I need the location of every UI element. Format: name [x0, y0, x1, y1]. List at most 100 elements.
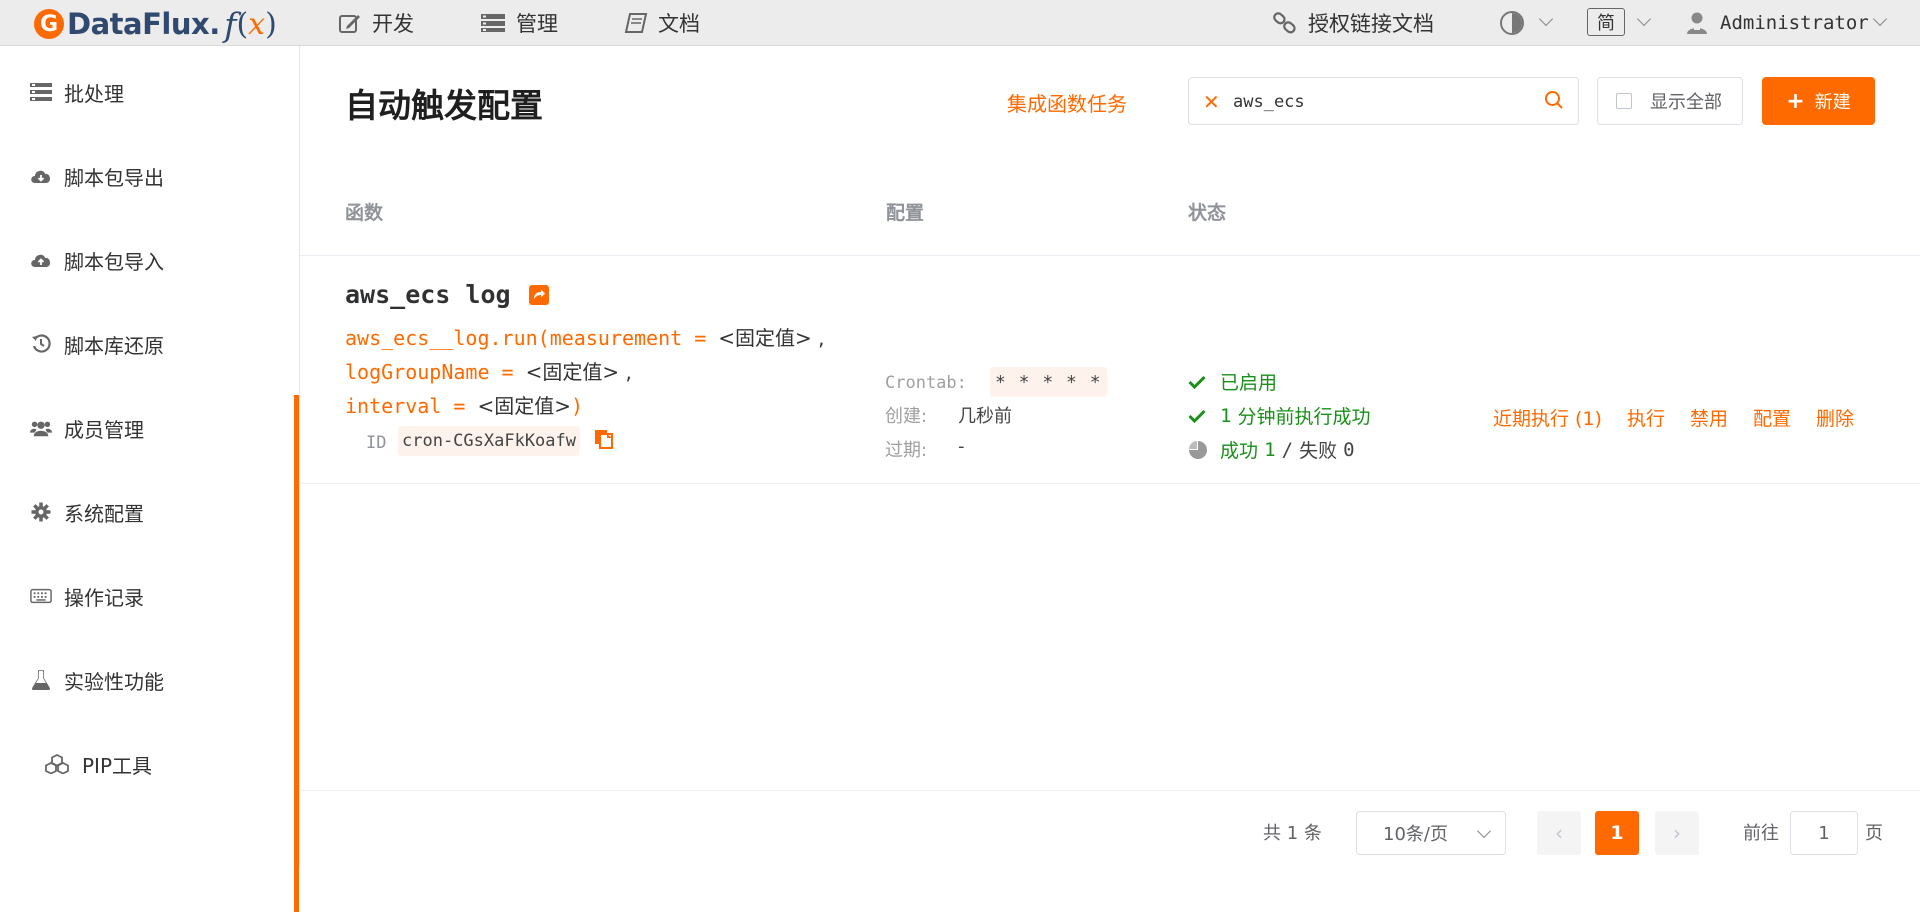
integration-tasks-link[interactable]: 集成函数任务 [1007, 88, 1127, 117]
last-run-number: 1 [1220, 404, 1232, 427]
show-all-label: 显示全部 [1650, 92, 1722, 113]
sidebar-item-label: 成员管理 [64, 417, 144, 442]
language-chevron-down-icon[interactable] [1636, 11, 1652, 27]
code-text: logGroupName = [345, 360, 526, 384]
nav-auth-link-docs[interactable]: 授权链接文档 [1272, 0, 1434, 46]
sidebar-item-label: 脚本包导入 [64, 249, 164, 274]
sidebar-item-members[interactable]: 成员管理 [30, 408, 144, 448]
sidebar-item-label: 脚本库还原 [64, 333, 164, 358]
delete-button[interactable]: 删除 [1816, 404, 1854, 431]
column-header-function: 函数 [345, 202, 384, 224]
checkbox-box[interactable] [1616, 93, 1632, 109]
goto-suffix: 页 [1865, 823, 1883, 844]
column-header-status: 状态 [1188, 202, 1227, 224]
status-enabled-text: 已启用 [1220, 372, 1278, 394]
server-icon [481, 14, 505, 32]
nav-manage[interactable]: 管理 [480, 0, 558, 46]
stat-separator: / [1281, 438, 1294, 461]
brand-logo[interactable]: G DataFlux . f ( x ) [34, 4, 277, 44]
sidebar-item-script-restore[interactable]: 脚本库还原 [30, 324, 164, 364]
plus-icon: + [1786, 88, 1805, 114]
sidebar-item-batch[interactable]: 批处理 [30, 72, 124, 112]
user-icon [1687, 12, 1707, 34]
brand-paren-close: ) [265, 6, 277, 42]
next-page-button[interactable]: › [1655, 811, 1699, 855]
sidebar-scroll-indicator [294, 395, 299, 912]
sidebar-item-pip-tool[interactable]: PIP工具 [44, 744, 152, 784]
brand-x: x [248, 6, 266, 42]
success-label: 成功 [1220, 440, 1259, 462]
sidebar-item-label: 操作记录 [64, 585, 144, 610]
run-button[interactable]: 执行 [1627, 404, 1665, 431]
column-header-config: 配置 [886, 202, 925, 224]
nav-docs-label: 文档 [658, 12, 700, 36]
code-sep: , [811, 326, 825, 350]
main-content: 自动触发配置 集成函数任务 ✕ 显示全部 + 新建 函数 配置 状态 aws_e… [300, 46, 1920, 866]
goto-prefix: 前往 [1743, 823, 1779, 844]
copy-icon[interactable] [594, 429, 614, 449]
disable-button[interactable]: 禁用 [1690, 404, 1728, 431]
nav-docs[interactable]: 文档 [624, 0, 700, 46]
new-button[interactable]: + 新建 [1762, 77, 1875, 125]
user-chevron-down-icon[interactable] [1872, 11, 1888, 27]
sidebar-item-operation-log[interactable]: 操作记录 [30, 576, 144, 616]
pagination-total: 共 1 条 [1263, 823, 1322, 844]
chevron-down-icon [1476, 823, 1492, 839]
run-stats: 成功 1 / 失败 0 [1188, 436, 1355, 463]
sidebar: 批处理 脚本包导出 脚本包导入 脚本库还原 成员管理 系统配置 操作记录 实验性… [0, 46, 300, 912]
created-label: 创建: [885, 406, 928, 427]
brand-f: f [224, 4, 237, 44]
go-to-function-icon[interactable] [528, 284, 549, 305]
page-size-select[interactable]: 10条/页 [1356, 811, 1506, 855]
nav-dev[interactable]: 开发 [338, 0, 414, 46]
chevron-left-icon: ‹ [1555, 821, 1563, 845]
search-box: ✕ [1188, 77, 1579, 125]
sidebar-item-label: PIP工具 [82, 753, 153, 778]
row-actions: 近期执行 (1) 执行 禁用 配置 删除 [1493, 404, 1854, 431]
recent-runs-button[interactable]: 近期执行 (1) [1493, 404, 1602, 431]
brand-mark-icon: G [34, 9, 64, 39]
fail-label: 失败 [1299, 440, 1338, 462]
header-divider [300, 255, 1920, 256]
pagination-divider [300, 790, 1920, 791]
top-bar: G DataFlux . f ( x ) 开发 管理 文档 授权链接文档 简 A… [0, 0, 1920, 46]
clear-search-icon[interactable]: ✕ [1203, 90, 1220, 114]
search-icon[interactable] [1544, 90, 1564, 110]
sidebar-item-script-import[interactable]: 脚本包导入 [30, 240, 164, 280]
sidebar-item-label: 脚本包导出 [64, 165, 164, 190]
expire-label: 过期: [885, 440, 928, 461]
show-all-checkbox[interactable]: 显示全部 [1597, 77, 1743, 125]
last-run-text: 分钟前执行成功 [1237, 406, 1371, 428]
sidebar-item-script-export[interactable]: 脚本包导出 [30, 156, 164, 196]
current-page-button[interactable]: 1 [1595, 811, 1639, 855]
row-divider [300, 483, 1920, 484]
status-enabled: 已启用 [1188, 368, 1277, 395]
brand-name: DataFlux [67, 7, 210, 41]
function-title-text: aws_ecs log [345, 280, 511, 309]
theme-toggle-icon[interactable] [1500, 11, 1524, 35]
sidebar-item-label: 实验性功能 [64, 669, 164, 694]
user-menu[interactable]: Administrator [1686, 0, 1869, 46]
theme-chevron-down-icon[interactable] [1538, 11, 1554, 27]
sidebar-item-system-config[interactable]: 系统配置 [30, 492, 144, 532]
search-input[interactable] [1233, 88, 1523, 116]
book-icon [624, 13, 648, 33]
nav-manage-label: 管理 [516, 12, 558, 36]
brand-dot: . [209, 7, 221, 41]
check-icon [1188, 409, 1208, 423]
sidebar-item-experimental[interactable]: 实验性功能 [30, 660, 164, 700]
fixed-value-tag: <固定值> [525, 360, 620, 384]
success-count: 1 [1264, 438, 1276, 461]
config-button[interactable]: 配置 [1753, 404, 1791, 431]
goto-page-input[interactable] [1790, 811, 1858, 855]
crontab-label: Crontab: [885, 373, 967, 393]
prev-page-button[interactable]: ‹ [1537, 811, 1581, 855]
sidebar-item-label: 系统配置 [64, 501, 144, 526]
flask-icon [30, 669, 52, 691]
id-value: cron-CGsXaFkKoafw [398, 426, 580, 456]
user-name: Administrator [1720, 12, 1869, 34]
language-select[interactable]: 简 [1587, 8, 1625, 36]
brand-paren-open: ( [236, 6, 249, 42]
edit-icon [339, 15, 360, 33]
status-last-run: 1 分钟前执行成功 [1188, 402, 1371, 429]
